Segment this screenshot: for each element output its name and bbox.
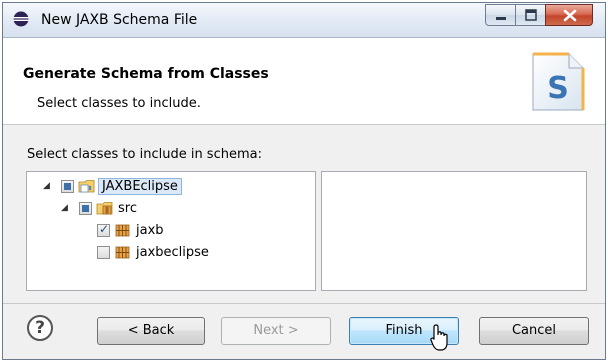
java-project-icon: [78, 180, 95, 193]
page-title: Generate Schema from Classes: [23, 66, 269, 82]
tree-label: Select classes to include in schema:: [27, 147, 262, 162]
source-folder-icon: [96, 202, 113, 215]
window-title: New JAXB Schema File: [41, 12, 198, 28]
tree-node-project[interactable]: ◢ JAXBEclipse: [43, 176, 182, 196]
tree-node-label: JAXBEclipse: [98, 177, 182, 195]
tree-node-jaxbeclipse[interactable]: jaxbeclipse: [97, 242, 209, 262]
tree-node-label: jaxbeclipse: [136, 244, 209, 260]
wizard-header: Generate Schema from Classes Select clas…: [3, 38, 605, 125]
page-description: Select classes to include.: [37, 96, 201, 111]
help-icon: ?: [35, 318, 45, 338]
tree-checkbox[interactable]: [97, 222, 110, 237]
title-bar[interactable]: New JAXB Schema File: [3, 3, 605, 38]
detail-panel[interactable]: [321, 171, 587, 291]
tree-checkbox[interactable]: [79, 201, 92, 215]
tree-node-jaxb[interactable]: jaxb: [97, 220, 164, 240]
wizard-content: Select classes to include in schema: ◢ J…: [3, 125, 605, 303]
tree-checkbox[interactable]: [61, 179, 74, 193]
class-tree[interactable]: ◢ JAXBEclipse ◢ src ✓ jaxb jaxbeclipse: [26, 171, 316, 291]
mouse-cursor-icon: [430, 324, 448, 351]
minimize-icon: [496, 17, 506, 20]
eclipse-icon: [13, 11, 29, 27]
tree-checkbox[interactable]: [97, 245, 110, 259]
package-icon: [115, 224, 130, 237]
expand-arrow-icon[interactable]: ◢: [43, 181, 53, 191]
schema-file-icon: S: [532, 52, 585, 111]
maximize-icon: [525, 9, 537, 21]
minimize-button[interactable]: [485, 4, 516, 26]
close-button[interactable]: [545, 4, 593, 26]
svg-text:S: S: [547, 71, 569, 106]
back-button[interactable]: < Back: [97, 317, 205, 345]
help-button[interactable]: ?: [27, 315, 53, 341]
maximize-button[interactable]: [515, 4, 546, 26]
next-button[interactable]: Next >: [221, 317, 331, 345]
tree-node-label: src: [118, 200, 137, 216]
tree-node-label: jaxb: [136, 222, 164, 238]
expand-arrow-icon[interactable]: ◢: [61, 203, 71, 213]
package-icon: [115, 246, 130, 259]
dialog-window: New JAXB Schema File Generate Schema fro…: [2, 2, 606, 360]
button-bar: ? < Back Next > Finish Cancel: [3, 303, 605, 359]
tree-node-src[interactable]: ◢ src: [61, 198, 137, 218]
close-icon: [563, 9, 577, 22]
cancel-button[interactable]: Cancel: [479, 317, 589, 345]
